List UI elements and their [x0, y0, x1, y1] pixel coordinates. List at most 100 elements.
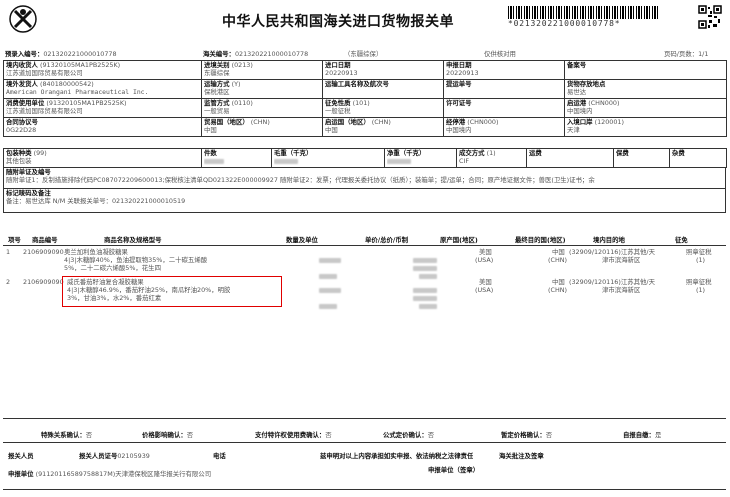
record-no-cell: 备案号 [564, 60, 727, 80]
consumer-code: (91320105MA1PB2525K) [46, 99, 127, 107]
goods-origin: 美国 [479, 248, 492, 256]
supervision-code: (0110) [231, 99, 253, 107]
storage-cell: 货物存放地点 易世达 [564, 79, 727, 99]
goods-header-tax: 征免 [675, 236, 688, 244]
goods-no: 1 [6, 248, 11, 256]
formula-value: 否 [427, 431, 435, 439]
goods-tax: 照章征税 [686, 278, 712, 286]
deal-mode-name: CIF [459, 157, 470, 165]
verify-note: 仅供核对用 [484, 50, 516, 58]
shipper-cell: 境外发货人 (840180000542) American Orangani Ph… [3, 79, 202, 99]
pre-entry-label: 预录入编号： [5, 50, 44, 58]
packing-code: (99) [33, 149, 47, 157]
royalty-value: 否 [325, 431, 332, 439]
license-cell: 许可证号 [443, 98, 565, 118]
import-date-label: 进口日期 [325, 61, 351, 69]
page-title: 中华人民共和国海关进口货物报关单 [222, 14, 454, 30]
storage: 易世达 [567, 88, 587, 96]
declarant-cert: 02105939 [117, 452, 150, 460]
consignee-cell: 境内收货人 (91320105MA1PB2525K) 江苏道加国际贸易有限公司 [3, 60, 202, 80]
gross-label: 毛重（千克） [274, 149, 313, 157]
transport-mode-code: (Y) [231, 80, 241, 88]
declare-date-label: 申报日期 [446, 61, 472, 69]
liability-statement: 兹申明对以上内容承担如实申报、依法纳税之法律责任 [320, 452, 474, 460]
goods-dest: 中国 [552, 278, 565, 286]
goods-dest-code: (CHN) [548, 286, 568, 294]
deal-mode-label: 成交方式 [459, 149, 485, 157]
trade-country-code: (CHN) [250, 118, 270, 126]
customs-emblem-icon [8, 4, 38, 34]
price-label: 价格影响确认： [142, 431, 187, 439]
deal-mode-code: (1) [486, 149, 496, 157]
departure-port-code: (CHN000) [588, 99, 620, 107]
supervision-cell: 监管方式 (0110) 一般贸易 [201, 98, 323, 118]
transport-mode-label: 运输方式 [204, 80, 230, 88]
goods-row-1: 1 2106909090 奥兰加利鱼油凝胶糖果 4|3|木糖醇40%，鱼油提取物… [3, 246, 726, 279]
goods-tax-code: (1) [696, 256, 706, 264]
special-label: 特殊关系确认： [41, 431, 86, 439]
goods-domestic-dest-cont: 津市滨海新区 [602, 286, 641, 294]
declarant-label: 报关人员 [8, 452, 34, 460]
contract-label: 合同协议号 [6, 118, 38, 126]
declare-date-cell: 申报日期 20220913 [443, 60, 565, 80]
pieces-cell: 件数 [201, 148, 272, 168]
entry-customs-label: 进境关别 [204, 61, 230, 69]
deal-mode-cell: 成交方式 (1) CIF [456, 148, 527, 168]
goods-header-no: 项号 [8, 236, 21, 244]
marks-cell: 标记唛码及备注 备注：易世达库 N/M 关联报关单号：02132022100001… [3, 188, 726, 213]
tax-nature-cell: 征免性质 (101) 一般征税 [322, 98, 444, 118]
contract-cell: 合同协议号 0G22D28 [3, 117, 202, 137]
bl-label: 提运单号 [446, 80, 472, 88]
customs-no: 021320221000010778 [234, 50, 309, 58]
goods-code: 2106909090 [23, 248, 64, 256]
import-date: 20220913 [325, 69, 358, 77]
shipper-label: 境外发货人 [6, 80, 38, 88]
transit-port-label: 经停港 [446, 118, 466, 126]
freight-cell: 运费 [526, 148, 614, 168]
goods-origin-code: (USA) [475, 286, 494, 294]
packing-name: 其他包装 [6, 157, 32, 165]
supervision-label: 监管方式 [204, 99, 230, 107]
pre-entry-row: 预录入编号：021320221000010778 [5, 50, 117, 58]
consignee-label: 境内收货人 [6, 61, 38, 69]
tax-nature-name: 一般征税 [325, 107, 351, 115]
goods-origin-code: (USA) [475, 256, 494, 264]
docs-label: 随附单证及编号 [6, 168, 51, 176]
entry-customs-cell: 进境关别 (0213) 东疆综保 [201, 60, 323, 80]
goods-spec: 4|3|木糖醇40%，鱼油提取物35%，二十碳五烯酸 [64, 256, 208, 264]
pieces-label: 件数 [204, 149, 217, 157]
transit-port-code: (CHN000) [467, 118, 499, 126]
confirm-row: 特殊关系确认：否 价格影响确认：否 支付特许权使用费确认：否 公式定价确认：否 … [3, 428, 726, 443]
consignee-code: (91320105MA1PB2525K) [40, 61, 121, 69]
highlight-box [62, 276, 282, 307]
entry-customs-name: 东疆综保 [204, 69, 230, 77]
declare-date: 20220913 [446, 69, 479, 77]
docs-line: 随附单证1：反制措施排除代码PC087072209600013;保税核注清单QD… [6, 176, 595, 184]
goods-header-name: 商品名称及规格型号 [104, 236, 162, 244]
phone-label: 电话 [213, 452, 226, 460]
goods-header-qty: 数量及单位 [286, 236, 318, 244]
entry-port-label: 入境口岸 [567, 118, 593, 126]
tax-nature-code: (101) [352, 99, 370, 107]
goods-no: 2 [6, 278, 11, 286]
origin-country-name: 中国 [325, 126, 338, 134]
trade-country-cell: 贸易国（地区） (CHN) 中国 [201, 117, 323, 137]
goods-domestic-dest: (32909/120116)江苏其他/天 [569, 278, 655, 286]
pre-entry-no: 021320221000010778 [43, 50, 117, 58]
trade-country-name: 中国 [204, 126, 217, 134]
page-info: 页码/页数：1/1 [664, 50, 709, 58]
consumer-label: 消费使用单位 [6, 99, 45, 107]
goods-header-price: 单价/总价/币制 [365, 236, 409, 244]
goods-dest: 中国 [552, 248, 565, 256]
goods-domestic-dest: (32909/120116)江苏其他/天 [569, 248, 655, 256]
provisional-value: 否 [545, 431, 553, 439]
goods-code: 2106909090 [23, 278, 64, 286]
goods-header-domestic: 境内目的地 [593, 236, 625, 244]
entry-port-name: 天津 [567, 126, 580, 134]
goods-domestic-dest-cont: 津市滨海新区 [602, 256, 641, 264]
customs-no-row: 海关编号：021320221000010778 [203, 50, 308, 58]
insurance-label: 保费 [616, 149, 629, 157]
packing-row: 包装种类 (99) 其他包装 件数 毛重（千克） 净重（千克） 成交方式 (1) C… [3, 148, 727, 168]
goods-header-dest: 最终目的国(地区) [515, 236, 566, 244]
goods-name: 奥兰加利鱼油凝胶糖果 [64, 248, 128, 256]
